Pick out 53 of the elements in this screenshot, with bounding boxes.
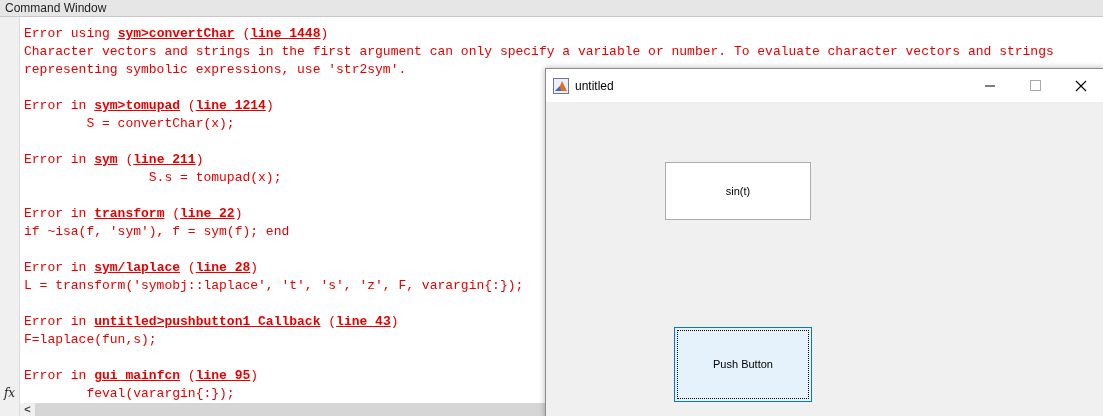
error-text: Error in [24,152,88,167]
error-text: S.s = tomupad(x); [147,170,282,185]
close-icon[interactable] [1075,79,1087,92]
error-text: Error in [24,98,88,113]
error-text: ( [241,26,251,41]
error-text: Error in [24,260,88,275]
function-prompt-icon[interactable]: fx [3,386,16,400]
panel-title: Command Window [0,0,1103,17]
error-link[interactable]: line 95 [195,368,251,383]
error-text: representing symbolic expressions, use 'str2sym'. [24,62,407,77]
error-link[interactable]: sym [94,152,118,167]
error-link[interactable]: untitled>pushbutton1_Callback [94,314,321,329]
edit-text-field[interactable]: sin(t) [665,162,811,220]
error-text: Error in [24,206,88,221]
error-text: L = transform('symobj::laplace', 't', 's', 'z', F, varargin{:}); [24,278,524,293]
scroll-left-button[interactable]: < [20,403,35,416]
maximize-icon[interactable] [1030,80,1041,91]
error-text: ( [186,368,196,383]
error-text: Error in [24,314,88,329]
error-link[interactable]: sym>convertChar [117,26,235,41]
error-link[interactable]: line 28 [195,260,251,275]
error-text: ( [186,260,196,275]
error-text: ) [390,314,399,329]
error-link[interactable]: sym>tomupad [94,98,181,113]
error-text: Error in [24,368,88,383]
error-text: feval(varargin{:}); [85,386,235,401]
error-text: F=laplace(fun,s); [24,332,157,347]
error-text: ) [250,260,259,275]
error-link[interactable]: sym/laplace [94,260,181,275]
error-link[interactable]: line 1214 [195,98,266,113]
push-button[interactable]: Push Button [674,327,812,402]
error-text: Error using [24,26,111,41]
error-link[interactable]: line 1448 [250,26,321,41]
error-text: ( [124,152,134,167]
error-text: ) [265,98,274,113]
app-icon [553,77,569,94]
error-link[interactable]: transform [94,206,165,221]
window-title: untitled [575,77,614,95]
error-text: ) [320,26,329,41]
error-text: ( [171,206,181,221]
error-link[interactable]: gui_mainfcn [94,368,181,383]
error-text: ( [186,98,196,113]
error-text: ( [327,314,337,329]
error-text: Character vectors and strings in the first argument can only specify a variable or number. To evaluate character vectors and strings [24,44,1054,59]
error-text: if ~isa(f, 'sym'), f = sym(f); end [24,224,290,239]
error-link[interactable]: line 43 [336,314,391,329]
error-text: S = convertChar(x); [85,116,235,131]
horizontal-scrollbar[interactable]: < [20,403,545,416]
error-text: ) [250,368,259,383]
error-link[interactable]: line 211 [133,152,196,167]
error-text: ) [234,206,243,221]
error-link[interactable]: line 22 [180,206,235,221]
error-text: ) [195,152,204,167]
